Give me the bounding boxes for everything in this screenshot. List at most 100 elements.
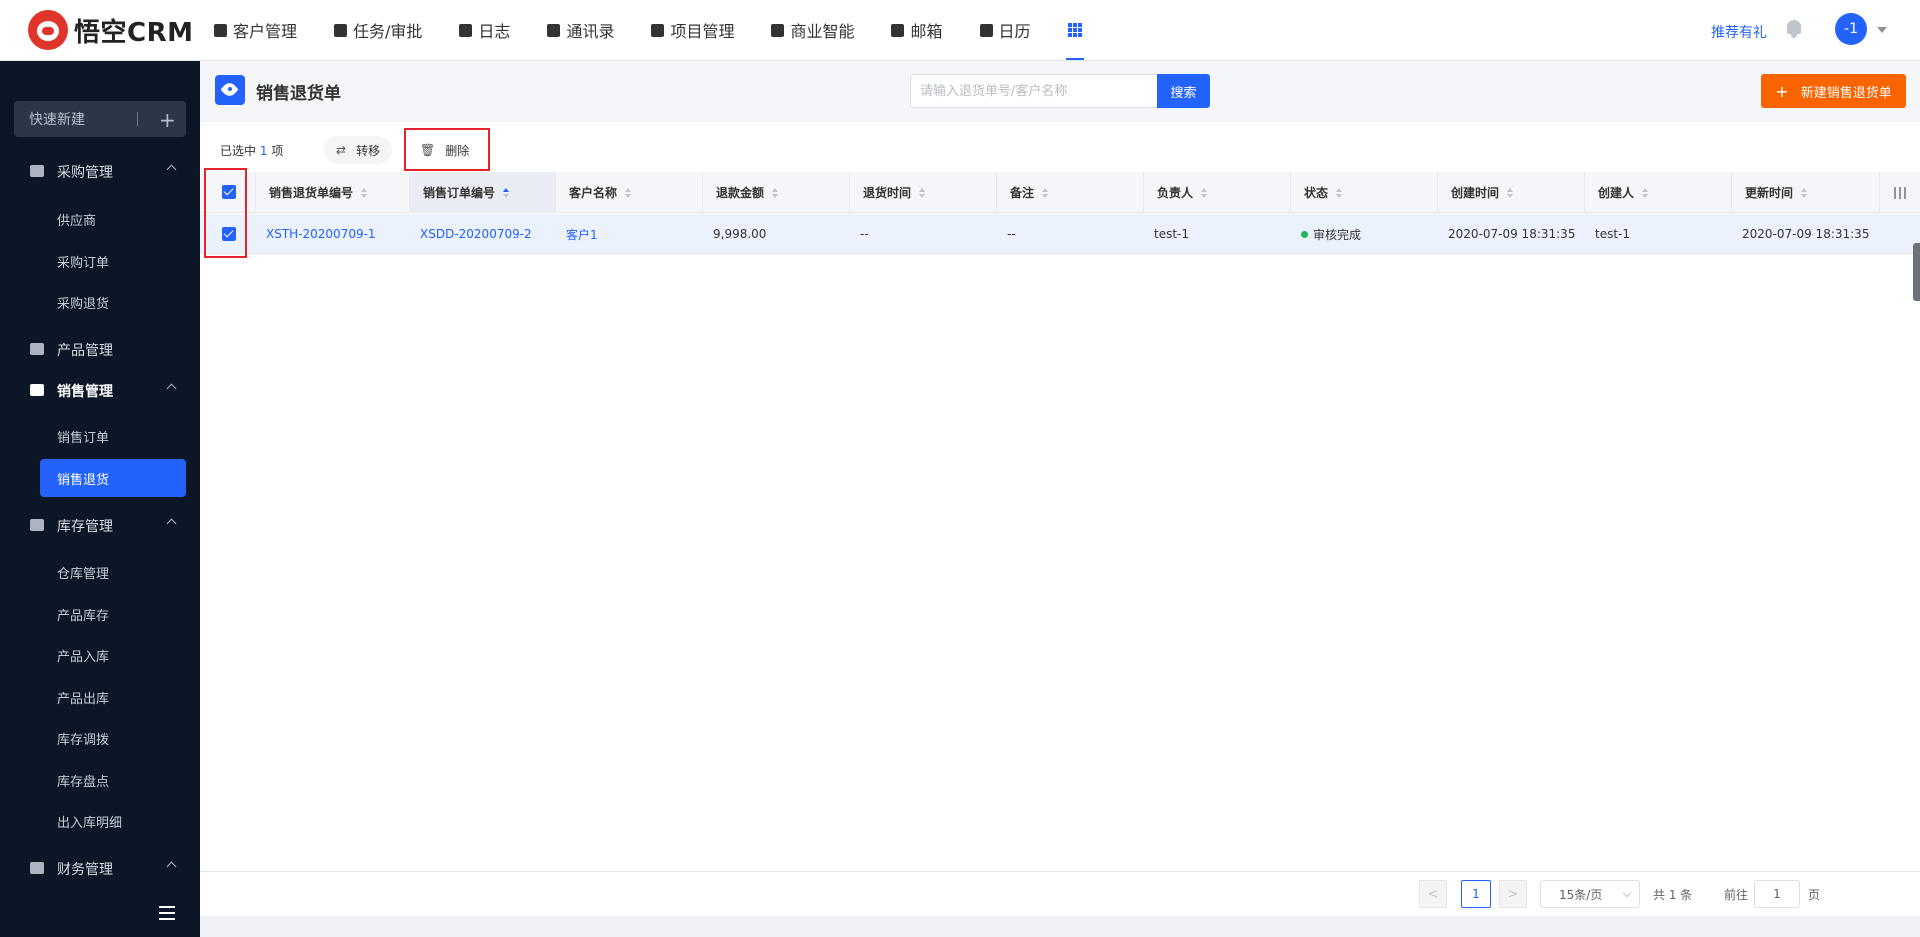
sidebar-item-stock-out[interactable]: 产品出库 [40, 678, 186, 716]
caret-down-icon[interactable] [1877, 27, 1887, 33]
column-label: 负责人 [1157, 186, 1194, 200]
sort-asc-icon[interactable] [503, 187, 510, 198]
sidebar-group-product[interactable]: 产品管理 [0, 334, 200, 364]
sidebar-item-purchase-order[interactable]: 采购订单 [40, 242, 186, 280]
next-page-button[interactable]: > [1499, 880, 1527, 908]
new-button-label: 新建销售退货单 [1800, 85, 1892, 101]
sort-icon[interactable] [1801, 187, 1808, 198]
column-header[interactable]: 退货时间 [850, 172, 997, 213]
column-label: 客户名称 [569, 186, 618, 200]
table-row[interactable]: XSTH-20200709-1 XSDD-20200709-2 客户1 9,99… [200, 214, 1920, 254]
plus-icon[interactable]: + [159, 108, 176, 132]
sidebar-item-stock[interactable]: 产品库存 [40, 595, 186, 633]
sidebar-item-purchase-return[interactable]: 采购退货 [40, 283, 186, 321]
top-navbar: 悟空CRM 客户管理 任务/审批 日志 通讯录 项目管理 商业智能 邮箱 日历 … [0, 0, 1920, 61]
search-button[interactable]: 搜索 [1157, 74, 1210, 108]
calendar-icon [979, 23, 993, 37]
sidebar-group-sales[interactable]: 销售管理 [0, 375, 200, 405]
sort-icon[interactable] [1507, 187, 1514, 198]
nav-customer[interactable]: 客户管理 [214, 0, 297, 60]
sidebar-item-sales-order[interactable]: 销售订单 [40, 417, 186, 455]
recommend-link[interactable]: 推荐有礼 [1711, 22, 1767, 42]
column-header[interactable]: 销售退货单编号 [256, 172, 410, 213]
transfer-icon: ⇄ [336, 143, 347, 157]
nav-bi[interactable]: 商业智能 [771, 0, 854, 60]
sort-icon[interactable] [919, 187, 926, 198]
main-nav: 客户管理 任务/审批 日志 通讯录 项目管理 商业智能 邮箱 日历 [214, 0, 1119, 60]
column-header[interactable]: 备注 [997, 172, 1144, 213]
sidebar-item-sales-return[interactable]: 销售退货 [40, 459, 186, 497]
column-label: 退货时间 [863, 186, 912, 200]
briefcase-icon [334, 23, 348, 37]
nav-apps[interactable] [1065, 0, 1084, 60]
sort-icon[interactable] [1642, 187, 1649, 198]
search-input[interactable] [910, 74, 1158, 108]
nav-log[interactable]: 日志 [459, 0, 510, 60]
column-header[interactable]: 客户名称 [556, 172, 703, 213]
sidebar: 快速新建 + 采购管理 供应商 采购订单 采购退货 产品管理 销售管理 销售订单… [0, 61, 200, 937]
nav-project[interactable]: 项目管理 [651, 0, 734, 60]
new-sales-return-button[interactable]: + 新建销售退货单 [1761, 74, 1906, 108]
return-no-link[interactable]: XSTH-20200709-1 [266, 214, 376, 254]
selected-count: 1 [259, 144, 268, 158]
column-header[interactable]: 退款金额 [703, 172, 850, 213]
chevron-up-icon [166, 164, 177, 175]
order-no-link[interactable]: XSDD-20200709-2 [420, 214, 532, 254]
goto-page-input[interactable] [1754, 880, 1800, 908]
goto-label: 前往 [1724, 888, 1749, 902]
customer-link[interactable]: 客户1 [566, 214, 598, 254]
transfer-button[interactable]: ⇄ 转移 [324, 136, 393, 164]
prev-page-button[interactable]: < [1419, 880, 1447, 908]
sort-icon[interactable] [1201, 187, 1208, 198]
sidebar-item-warehouse[interactable]: 仓库管理 [40, 553, 186, 591]
nav-calendar[interactable]: 日历 [979, 0, 1031, 60]
sidebar-group-finance[interactable]: 财务管理 [0, 853, 200, 883]
logo-text: 悟空CRM [74, 17, 194, 48]
sidebar-item-transfer[interactable]: 库存调拨 [40, 719, 186, 757]
column-header[interactable]: 负责人 [1144, 172, 1291, 213]
nav-tasks[interactable]: 任务/审批 [334, 0, 422, 60]
column-header[interactable]: 更新时间 [1732, 172, 1880, 213]
sort-icon[interactable] [772, 187, 779, 198]
nav-contacts[interactable]: 通讯录 [547, 0, 614, 60]
page-header: 销售退货单 搜索 + 新建销售退货单 [200, 61, 1920, 121]
quick-create-button[interactable]: 快速新建 + [14, 101, 186, 137]
column-label: 销售退货单编号 [269, 186, 354, 200]
column-settings-icon[interactable] [1894, 187, 1906, 199]
status-cell: 审核完成 [1301, 214, 1361, 254]
bell-icon[interactable] [1786, 20, 1802, 38]
logo[interactable]: 悟空CRM [28, 10, 193, 50]
apps-grid-icon [1067, 23, 1082, 37]
avatar[interactable]: -1 [1835, 13, 1867, 45]
column-header[interactable]: 创建人 [1585, 172, 1732, 213]
contacts-icon [547, 23, 561, 37]
sidebar-item-stocktake[interactable]: 库存盘点 [40, 761, 186, 799]
column-label: 更新时间 [1745, 186, 1794, 200]
nav-label: 商业智能 [790, 22, 855, 41]
creator-cell: test-1 [1595, 227, 1631, 241]
column-header[interactable]: 创建时间 [1438, 172, 1585, 213]
sidebar-group-inventory[interactable]: 库存管理 [0, 510, 200, 540]
column-header[interactable]: 销售订单编号 [410, 172, 556, 213]
page-number[interactable]: 1 [1461, 880, 1491, 908]
page-size-select[interactable]: 15条/页 [1540, 880, 1640, 908]
nav-label: 项目管理 [670, 22, 735, 41]
column-header[interactable]: 状态 [1291, 172, 1438, 213]
nav-mail[interactable]: 邮箱 [891, 0, 943, 60]
column-label: 状态 [1304, 186, 1329, 200]
collapse-menu-icon[interactable] [159, 906, 181, 920]
sidebar-group-purchase[interactable]: 采购管理 [0, 156, 200, 186]
side-drawer-handle[interactable] [1913, 243, 1920, 301]
sort-icon[interactable] [361, 187, 368, 198]
chevron-down-icon [1622, 888, 1632, 898]
sort-icon[interactable] [625, 187, 632, 198]
sidebar-group-label: 产品管理 [57, 343, 113, 359]
sort-icon[interactable] [1336, 187, 1343, 198]
owner-cell: test-1 [1154, 227, 1190, 241]
sort-icon[interactable] [1042, 187, 1049, 198]
sidebar-item-stock-in[interactable]: 产品入库 [40, 636, 186, 674]
page-unit-label: 页 [1808, 888, 1821, 902]
sidebar-item-stock-detail[interactable]: 出入库明细 [40, 802, 186, 840]
sidebar-item-supplier[interactable]: 供应商 [40, 200, 186, 238]
amount-cell: 9,998.00 [713, 227, 767, 241]
